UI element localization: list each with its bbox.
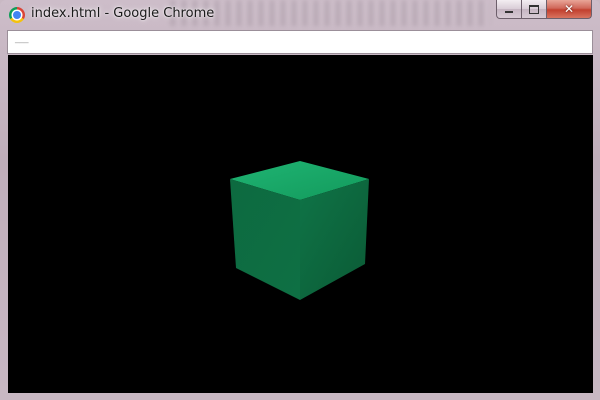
maximize-button[interactable] [522, 0, 547, 19]
window-controls: ✕ [496, 0, 592, 19]
window-title: index.html - Google Chrome [31, 6, 215, 21]
maximize-icon [529, 4, 539, 14]
browser-window: index.html - Google Chrome ✕ ___ [0, 0, 600, 400]
webgl-viewport[interactable] [8, 55, 593, 393]
cube-left-face [230, 179, 300, 300]
background-blur [170, 0, 490, 26]
cube-canvas [230, 161, 369, 300]
title-bar[interactable]: index.html - Google Chrome ✕ [0, 0, 600, 30]
cube-right-face [300, 179, 369, 300]
close-button[interactable]: ✕ [547, 0, 592, 19]
address-bar[interactable]: ___ [7, 30, 593, 54]
close-icon: ✕ [563, 2, 575, 16]
window-bottom-frame [0, 393, 600, 400]
chrome-icon [9, 7, 25, 23]
minimize-icon [505, 11, 513, 13]
minimize-button[interactable] [496, 0, 522, 19]
address-text: ___ [15, 34, 29, 44]
